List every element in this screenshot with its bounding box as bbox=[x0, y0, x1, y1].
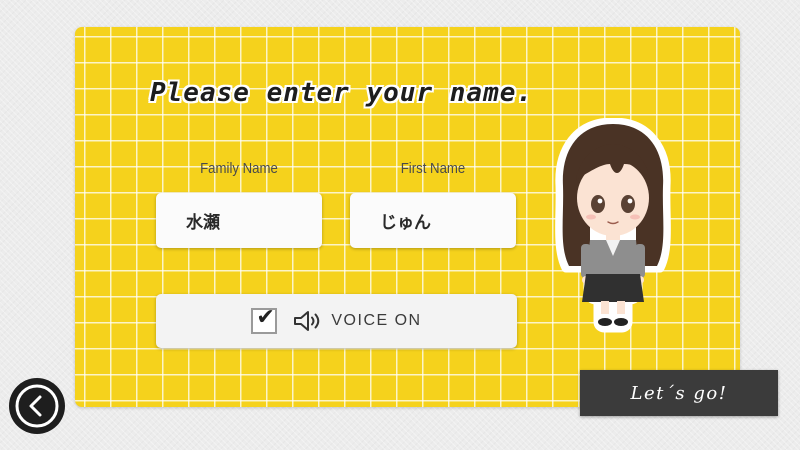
chevron-left-icon bbox=[15, 384, 59, 428]
voice-toggle-button[interactable]: ✔ VOICE ON bbox=[156, 294, 517, 348]
page-title: Please enter your name. bbox=[150, 78, 534, 108]
family-name-label: Family Name bbox=[200, 160, 278, 177]
voice-label: VOICE ON bbox=[331, 312, 422, 329]
first-name-field[interactable] bbox=[350, 193, 516, 248]
voice-checkbox[interactable]: ✔ bbox=[251, 305, 278, 334]
checkmark-icon: ✔ bbox=[256, 305, 275, 330]
lets-go-button[interactable]: Let´s go! bbox=[580, 370, 778, 416]
family-name-field[interactable] bbox=[156, 193, 322, 248]
mascot-character bbox=[555, 118, 671, 333]
speaker-icon bbox=[294, 311, 320, 331]
back-button[interactable] bbox=[9, 378, 65, 434]
first-name-label: First Name bbox=[400, 160, 466, 177]
